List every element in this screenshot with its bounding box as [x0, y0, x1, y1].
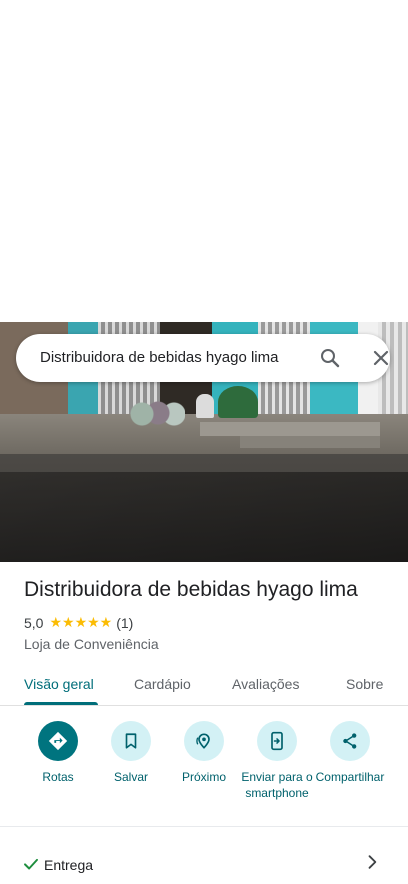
share-icon — [330, 721, 370, 761]
send-to-phone-label: Enviar para o smartphone — [241, 770, 313, 800]
check-icon — [22, 855, 40, 873]
tab-bar: Visão geral Cardápio Avaliações Sobre — [0, 664, 408, 706]
bookmark-icon — [111, 721, 151, 761]
tab-about[interactable]: Sobre — [346, 676, 383, 692]
directions-icon — [38, 721, 78, 761]
save-label: Salvar — [113, 770, 148, 784]
directions-button[interactable]: Rotas — [18, 721, 98, 785]
delivery-row[interactable]: Entrega — [0, 844, 408, 884]
nearby-button[interactable]: Próximo — [164, 721, 244, 785]
action-row: Rotas Salvar Próximo Enviar para o smart… — [0, 712, 408, 822]
review-count: (1) — [116, 614, 134, 631]
send-to-phone-button[interactable]: Enviar para o smartphone — [237, 721, 317, 801]
rating-stars: ★★★★★ — [49, 614, 113, 630]
tab-overview[interactable]: Visão geral — [24, 676, 94, 692]
tab-reviews[interactable]: Avaliações — [232, 676, 299, 692]
place-category[interactable]: Loja de Conveniência — [24, 636, 159, 652]
search-input[interactable]: Distribuidora de bebidas hyago lima — [40, 334, 278, 382]
section-divider — [0, 826, 408, 827]
share-label: Compartilhar — [315, 770, 385, 784]
chevron-right-icon[interactable] — [362, 852, 382, 872]
save-button[interactable]: Salvar — [91, 721, 171, 785]
close-icon[interactable] — [369, 346, 393, 370]
send-to-phone-icon — [257, 721, 297, 761]
search-icon[interactable] — [318, 346, 342, 370]
search-bar[interactable]: Distribuidora de bebidas hyago lima — [16, 334, 390, 382]
tab-menu[interactable]: Cardápio — [134, 676, 191, 692]
rating-row[interactable]: 5,0 ★★★★★ (1) — [24, 614, 133, 631]
nearby-icon — [184, 721, 224, 761]
nearby-label: Próximo — [181, 770, 226, 784]
delivery-label: Entrega — [44, 857, 94, 873]
active-tab-indicator — [24, 702, 98, 705]
rating-value: 5,0 — [24, 614, 44, 631]
directions-label: Rotas — [42, 770, 74, 784]
share-button[interactable]: Compartilhar — [310, 721, 390, 785]
place-title: Distribuidora de bebidas hyago lima — [24, 578, 358, 601]
